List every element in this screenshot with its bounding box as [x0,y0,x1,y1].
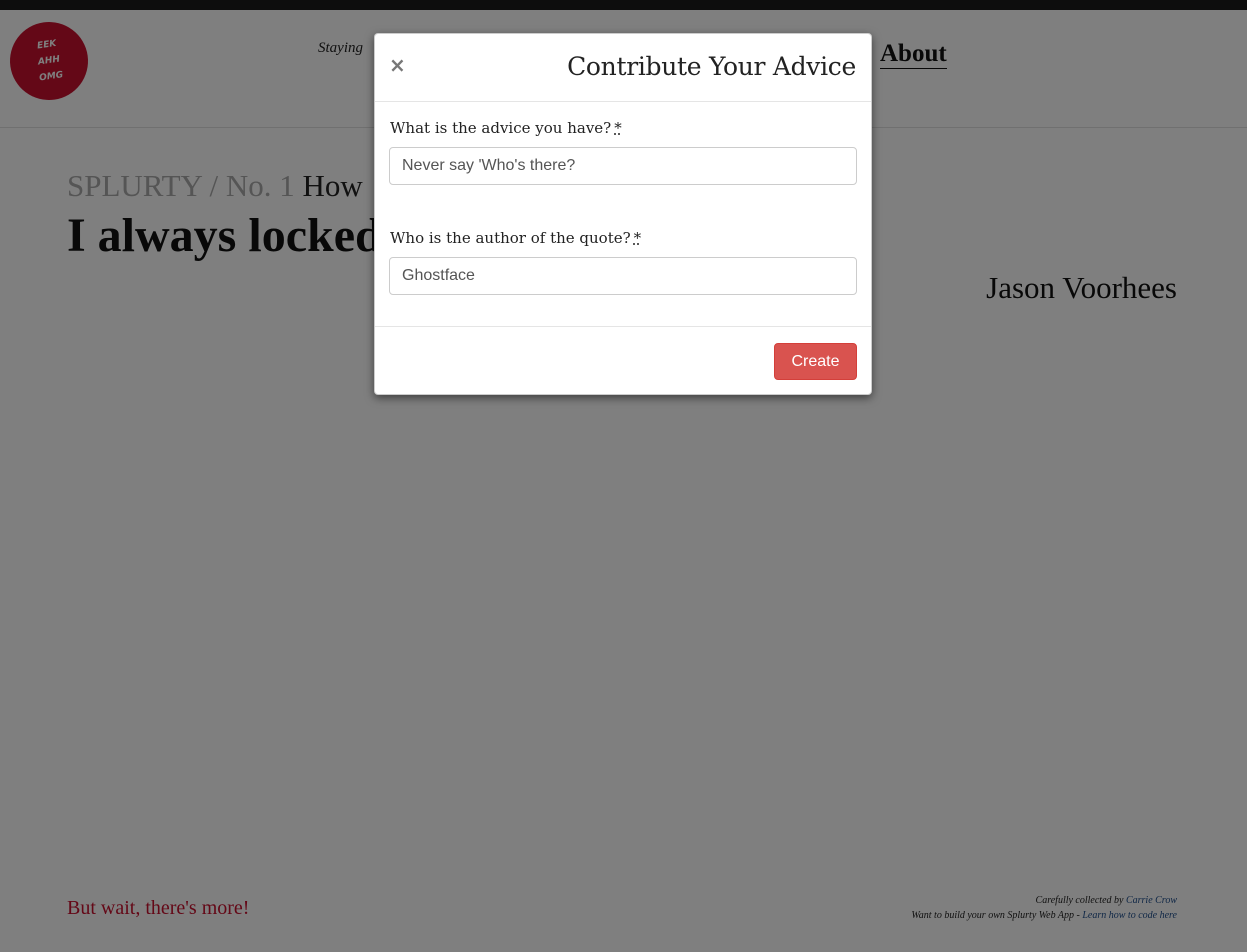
advice-input[interactable] [389,147,857,185]
author-label: Who is the author of the quote? * [390,229,641,247]
required-marker: * [633,229,642,247]
modal-title: Contribute Your Advice [567,52,856,81]
contribute-advice-modal: × Contribute Your Advice What is the adv… [374,33,872,395]
modal-footer: Create [375,326,871,396]
author-label-text: Who is the author of the quote? [390,229,631,247]
modal-header: × Contribute Your Advice [375,34,871,102]
close-icon[interactable]: × [389,54,406,76]
author-input[interactable] [389,257,857,295]
required-marker: * [614,119,622,137]
advice-label-text: What is the advice you have? [390,119,612,137]
create-button[interactable]: Create [774,343,857,380]
advice-label: What is the advice you have? * [390,119,622,137]
